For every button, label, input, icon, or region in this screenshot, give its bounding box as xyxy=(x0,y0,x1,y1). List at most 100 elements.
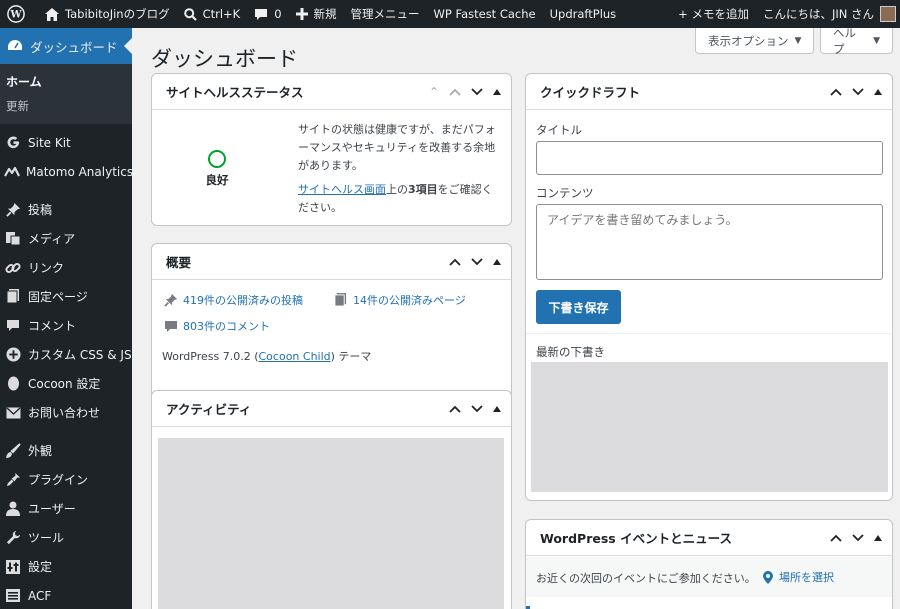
menu-plugins[interactable]: プラグイン xyxy=(0,465,132,494)
chevron-up-icon[interactable] xyxy=(449,258,461,266)
menu-site-kit[interactable]: Site Kit xyxy=(0,128,132,157)
updraftplus-link[interactable]: UpdraftPlus xyxy=(543,0,624,28)
menu-label: 投稿 xyxy=(28,203,53,217)
at-a-glance-widget: 概要 419件の公開済みの投稿 14件の公開済みページ 803件のコメント Wo… xyxy=(151,243,512,399)
svg-text:W: W xyxy=(9,10,22,21)
comment-icon xyxy=(255,8,268,20)
submenu-home[interactable]: ホーム xyxy=(0,69,132,94)
menu-matomo[interactable]: Matomo Analytics xyxy=(0,157,134,186)
brush-icon xyxy=(4,442,22,460)
manage-menu-link[interactable]: 管理メニュー xyxy=(344,0,427,28)
menu-users[interactable]: ユーザー xyxy=(0,494,132,523)
collapse-toggle-icon[interactable] xyxy=(874,534,882,541)
menu-pages[interactable]: 固定ページ xyxy=(0,282,132,311)
menu-tools[interactable]: ツール xyxy=(0,523,132,552)
menu-label: 設定 xyxy=(28,560,53,574)
caret-down-icon: ▼ xyxy=(873,35,880,46)
new-content-button[interactable]: 新規 xyxy=(289,0,344,28)
main-content: ダッシュボード 表示オプション ▼ ヘルプ ▼ サイトヘルスステータス ⌃ 良好 サ… xyxy=(132,25,900,609)
theme-link[interactable]: Cocoon Child xyxy=(259,350,331,363)
save-draft-button[interactable]: 下書き保存 xyxy=(536,290,621,324)
menu-label: コメント xyxy=(28,319,77,333)
wp-fastest-cache-link[interactable]: WP Fastest Cache xyxy=(427,0,543,28)
menu-dashboard[interactable]: ダッシュボード xyxy=(0,28,132,64)
posts-link[interactable]: 419件の公開済みの投稿 xyxy=(183,292,303,308)
chevron-up-icon[interactable] xyxy=(830,88,842,96)
menu-acf[interactable]: ACF xyxy=(0,581,132,609)
search-icon xyxy=(183,7,197,21)
menu-comments[interactable]: コメント xyxy=(0,311,132,340)
location-pin-icon xyxy=(763,570,773,584)
chevron-down-icon[interactable] xyxy=(852,87,864,96)
media-icon xyxy=(4,230,22,248)
chevron-up-icon[interactable] xyxy=(449,405,461,413)
page-icon xyxy=(334,293,347,307)
menu-posts[interactable]: 投稿 xyxy=(0,195,132,224)
command-palette-button[interactable]: Ctrl+K xyxy=(177,0,248,28)
draft-content-label: コンテンツ xyxy=(536,186,594,200)
menu-links[interactable]: リンク xyxy=(0,253,132,282)
menu-label: ACF xyxy=(28,588,52,603)
pages-link[interactable]: 14件の公開済みページ xyxy=(353,292,466,308)
comments-link[interactable]: 0 xyxy=(247,0,288,28)
chevron-down-icon[interactable] xyxy=(471,87,483,96)
widget-header: クイックドラフト xyxy=(526,74,892,110)
matomo-icon xyxy=(4,163,20,181)
mail-icon xyxy=(4,404,22,422)
move-up-icon[interactable]: ⌃ xyxy=(429,85,439,99)
select-location[interactable]: 場所を選択 xyxy=(763,569,834,585)
menu-contact[interactable]: お問い合わせ xyxy=(0,398,132,427)
screen-options-button[interactable]: 表示オプション ▼ xyxy=(695,28,815,54)
add-memo-link[interactable]: + メモを追加 xyxy=(671,0,756,28)
health-message: サイトの状態は健康ですが、まだパフォーマンスやセキュリティを改善する余地がありま… xyxy=(298,123,496,172)
menu-label: Matomo Analytics xyxy=(26,164,134,179)
collapse-toggle-icon[interactable] xyxy=(874,88,882,95)
widget-header: アクティビティ xyxy=(152,391,511,427)
widget-title: アクティビティ xyxy=(166,402,252,417)
pages-count: 14件の公開済みページ xyxy=(334,292,466,308)
screen-options-label: 表示オプション xyxy=(708,33,789,48)
wp-logo-icon[interactable]: W xyxy=(0,0,38,28)
menu-label: メディア xyxy=(28,232,76,246)
chevron-down-icon[interactable] xyxy=(471,257,483,266)
plus-circle-icon xyxy=(4,346,22,364)
my-account-link[interactable]: こんにちは、JIN さん xyxy=(756,0,900,28)
wp-version: WordPress 7.0.2 (Cocoon Child) テーマ xyxy=(162,350,372,363)
menu-custom-css-js[interactable]: カスタム CSS & JS xyxy=(0,340,132,369)
menu-settings[interactable]: 設定 xyxy=(0,552,132,581)
dashboard-submenu: ホーム 更新 xyxy=(0,64,132,124)
select-location-link[interactable]: 場所を選択 xyxy=(779,569,834,585)
menu-appearance[interactable]: 外観 xyxy=(0,436,132,465)
plugin-icon xyxy=(4,471,22,489)
chevron-down-icon[interactable] xyxy=(471,404,483,413)
g-icon xyxy=(4,134,22,152)
collapse-toggle-icon[interactable] xyxy=(493,88,501,95)
help-label: ヘルプ xyxy=(833,25,856,56)
cocoon-icon xyxy=(4,375,22,393)
pin-icon xyxy=(4,201,22,219)
site-health-link[interactable]: サイトヘルス画面 xyxy=(298,183,386,196)
help-button[interactable]: ヘルプ ▼ xyxy=(820,25,893,56)
plus-icon xyxy=(295,8,308,20)
collapse-toggle-icon[interactable] xyxy=(493,405,501,412)
menu-label: Site Kit xyxy=(28,135,71,150)
site-name-link[interactable]: TabibitoJinのブログ xyxy=(38,0,177,28)
menu-media[interactable]: メディア xyxy=(0,224,132,253)
chevron-up-icon[interactable] xyxy=(449,88,461,96)
draft-title-input[interactable] xyxy=(536,141,883,175)
submenu-updates[interactable]: 更新 xyxy=(0,94,132,118)
menu-label: カスタム CSS & JS xyxy=(28,348,132,362)
chevron-down-icon[interactable] xyxy=(852,533,864,542)
comment-icon xyxy=(4,317,22,335)
comments-link[interactable]: 803件のコメント xyxy=(183,318,270,334)
greeting: こんにちは、JIN さん xyxy=(762,7,874,21)
caret-down-icon: ▼ xyxy=(794,35,802,46)
collapse-toggle-icon[interactable] xyxy=(493,258,501,265)
draft-content-textarea[interactable] xyxy=(536,204,883,280)
chevron-up-icon[interactable] xyxy=(830,534,842,542)
menu-cocoon[interactable]: Cocoon 設定 xyxy=(0,369,132,398)
menu-label: プラグイン xyxy=(28,473,89,487)
site-health-widget: サイトヘルスステータス ⌃ 良好 サイトの状態は健康ですが、まだパフォーマンスや… xyxy=(151,73,512,226)
wrench-icon xyxy=(4,529,22,547)
comments-count: 803件のコメント xyxy=(164,318,270,334)
